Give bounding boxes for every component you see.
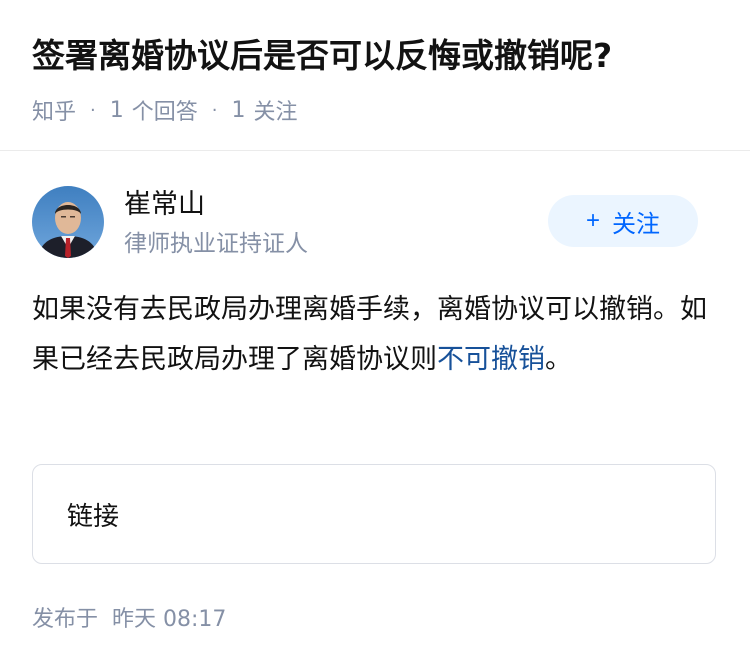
follower-count-label: 关注 (253, 100, 298, 125)
follow-button[interactable]: + 关注 (548, 195, 698, 247)
avatar[interactable] (32, 186, 104, 258)
answer-text: 如果没有去民政局办理离婚手续，离婚协议可以撤销。如果已经去民政局办理了离婚协议则 (32, 294, 707, 375)
link-card[interactable]: 链接 (32, 464, 716, 564)
answer-count: 1 (109, 97, 124, 123)
author-description: 律师执业证持证人 (124, 231, 308, 257)
answer-content: 如果没有去民政局办理离婚手续，离婚协议可以撤销。如果已经去民政局办理了离婚协议则… (32, 285, 712, 385)
plus-icon: + (585, 207, 600, 234)
link-card-label: 链接 (67, 501, 120, 532)
source-label[interactable]: 知乎 (32, 94, 76, 126)
separator-dot: · (90, 99, 96, 121)
question-title[interactable]: 签署离婚协议后是否可以反悔或撤销呢? (32, 32, 722, 80)
published-time: 昨天 08:17 (112, 607, 227, 632)
author-name[interactable]: 崔常山 (124, 186, 205, 224)
answer-count-label: 个回答 (131, 100, 198, 125)
avatar-portrait-icon (32, 186, 104, 258)
follower-count: 1 (231, 97, 246, 123)
answer-inline-link[interactable]: 不可撤销 (437, 344, 545, 375)
publish-info: 发布于 昨天 08:17 (32, 600, 226, 634)
answer-text-end: 。 (545, 344, 572, 375)
question-meta: 知乎 · 1 个回答 · 1 关注 (32, 92, 298, 128)
published-prefix: 发布于 (32, 607, 99, 632)
follow-button-label: 关注 (612, 210, 660, 238)
separator-dot: · (211, 99, 218, 121)
header-divider (0, 150, 750, 151)
